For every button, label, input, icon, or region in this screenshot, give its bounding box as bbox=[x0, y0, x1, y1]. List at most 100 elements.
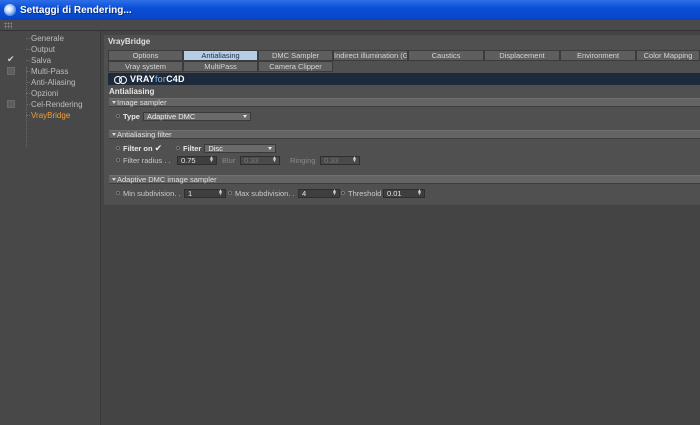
filter-radius-field: Filter radius . . 0.75 ▲ ▼ bbox=[116, 155, 217, 165]
group-label: Image sampler bbox=[117, 98, 167, 107]
tab-vray-system[interactable]: Vray system bbox=[108, 61, 183, 72]
tab-color-mapping[interactable]: Color Mapping bbox=[636, 50, 700, 61]
collapse-triangle-icon[interactable] bbox=[112, 178, 116, 181]
check-icon[interactable] bbox=[7, 54, 15, 65]
window-title-bar[interactable]: Settaggi di Rendering... bbox=[0, 0, 700, 20]
filter-field: Filter Disc bbox=[176, 143, 277, 153]
blur-input[interactable]: 0.33 ▲ ▼ bbox=[240, 155, 280, 165]
blur-field: Blur 0.33 ▲ ▼ bbox=[222, 155, 280, 165]
sidebar-item-vraybridge[interactable]: VrayBridge bbox=[0, 110, 101, 121]
sidebar-check-opzioni[interactable] bbox=[7, 89, 15, 97]
max-subdivision-value: 4 bbox=[302, 188, 307, 198]
sidebar-item-salva[interactable]: Salva bbox=[0, 54, 101, 66]
sidebar-item-label: Anti-Aliasing bbox=[31, 78, 76, 87]
app-icon bbox=[4, 4, 16, 16]
chevron-down-icon bbox=[268, 146, 273, 150]
vraybridge-panel: VrayBridge Options Antialiasing DMC Samp… bbox=[104, 35, 700, 205]
sidebar-item-anti-aliasing[interactable]: Anti-Aliasing bbox=[0, 77, 101, 88]
vray-logo-bar: VRAYforC4D bbox=[108, 73, 700, 85]
animation-dot-icon[interactable] bbox=[116, 158, 120, 162]
filter-select-value: Disc bbox=[208, 143, 223, 153]
sidebar-check-anti-aliasing[interactable] bbox=[7, 78, 15, 86]
filter-on-checkbox[interactable]: ✔ bbox=[155, 143, 163, 154]
sidebar-item-cel-rendering[interactable]: Cel-Rendering bbox=[0, 99, 101, 110]
animation-dot-icon[interactable] bbox=[116, 191, 120, 195]
filter-select[interactable]: Disc bbox=[204, 143, 277, 153]
filter-label: Filter bbox=[183, 143, 202, 153]
filter-on-field: Filter on ✔ bbox=[116, 143, 162, 153]
sidebar-item-multi-pass[interactable]: Multi-Pass bbox=[0, 66, 101, 77]
tab-camera-clipper[interactable]: Camera Clipper bbox=[258, 61, 333, 72]
filter-radius-value: 0.75 bbox=[181, 155, 196, 165]
tab-displacement[interactable]: Displacement bbox=[484, 50, 560, 61]
type-select[interactable]: Adaptive DMC bbox=[142, 111, 251, 121]
animation-dot-icon[interactable] bbox=[228, 191, 232, 195]
tab-options[interactable]: Options bbox=[108, 50, 183, 61]
sidebar-item-label: VrayBridge bbox=[31, 111, 71, 120]
sidebar-check-generale[interactable] bbox=[7, 34, 15, 42]
tab-multipass[interactable]: MultiPass bbox=[183, 61, 258, 72]
chevron-down-icon bbox=[242, 114, 247, 118]
max-subdivision-input[interactable]: 4 ▲ ▼ bbox=[298, 188, 340, 198]
vray-logo-icon bbox=[114, 75, 128, 84]
max-subdivision-field: Max subdivision. . . . 4 ▲▼ bbox=[228, 188, 340, 198]
threshold-input[interactable]: 0.01 ▲ ▼ bbox=[383, 188, 425, 198]
filter-radius-input[interactable]: 0.75 ▲ ▼ bbox=[177, 155, 217, 165]
sidebar-item-label: Generale bbox=[31, 34, 64, 43]
toolbar-strip bbox=[0, 20, 700, 31]
settings-sidebar: Generale Output Salva Multi-Pass Anti-Al… bbox=[0, 31, 101, 425]
spinner-arrows-icon[interactable]: ▲ ▼ bbox=[332, 188, 337, 197]
tab-environment[interactable]: Environment bbox=[560, 50, 636, 61]
tab-row-1: Options Antialiasing DMC Sampler Indirec… bbox=[108, 50, 700, 61]
animation-dot-icon[interactable] bbox=[116, 114, 120, 118]
animation-dot-icon[interactable] bbox=[116, 146, 120, 150]
tab-indirect-illumination[interactable]: Indirect illumination (GI) bbox=[333, 50, 408, 61]
sidebar-item-label: Salva bbox=[31, 56, 52, 65]
grip-icon[interactable] bbox=[4, 22, 12, 29]
filter-on-label: Filter on bbox=[123, 143, 153, 153]
ringing-label: Ringing bbox=[290, 155, 316, 165]
sidebar-item-opzioni[interactable]: Opzioni bbox=[0, 88, 101, 99]
min-subdivision-input[interactable]: 1 ▲ ▼ bbox=[184, 188, 226, 198]
blur-label: Blur bbox=[222, 155, 236, 165]
ringing-value: 0.33 bbox=[324, 155, 339, 165]
sidebar-item-generale[interactable]: Generale bbox=[0, 33, 101, 44]
vray-logo: VRAYforC4D bbox=[130, 74, 185, 84]
spinner-arrows-icon[interactable]: ▲ ▼ bbox=[417, 188, 422, 197]
sidebar-item-label: Opzioni bbox=[31, 89, 59, 98]
tab-dmc-sampler[interactable]: DMC Sampler bbox=[258, 50, 333, 61]
sidebar-check-vraybridge[interactable] bbox=[7, 111, 15, 119]
threshold-label: Threshold bbox=[348, 188, 382, 198]
collapse-triangle-icon[interactable] bbox=[112, 133, 116, 136]
group-label: Adaptive DMC image sampler bbox=[117, 175, 217, 184]
group-image-sampler[interactable]: Image sampler bbox=[109, 98, 700, 107]
sidebar-item-output[interactable]: Output bbox=[0, 44, 101, 55]
group-adaptive-dmc[interactable]: Adaptive DMC image sampler bbox=[109, 175, 700, 184]
sidebar-item-label: Multi-Pass bbox=[31, 67, 69, 76]
group-antialiasing-filter[interactable]: Antialiasing filter bbox=[109, 130, 700, 139]
ringing-input[interactable]: 0.33 ▲ ▼ bbox=[320, 155, 360, 165]
threshold-value: 0.01 bbox=[387, 188, 402, 198]
panel-title: VrayBridge bbox=[108, 37, 151, 46]
type-select-value: Adaptive DMC bbox=[146, 111, 196, 121]
tab-caustics[interactable]: Caustics bbox=[408, 50, 484, 61]
threshold-field: Threshold 0.01 ▲ ▼ bbox=[341, 188, 425, 198]
ringing-field: Ringing 0.33 ▲ ▼ bbox=[290, 155, 360, 165]
sidebar-check-output[interactable] bbox=[7, 45, 15, 53]
checkbox-icon[interactable] bbox=[7, 67, 15, 75]
checkbox-icon[interactable] bbox=[7, 100, 15, 108]
min-subdivision-field: Min subdivision. . . . 1 ▲▼ bbox=[116, 188, 226, 198]
tab-row-2: Vray system MultiPass Camera Clipper bbox=[108, 61, 333, 72]
animation-dot-icon[interactable] bbox=[341, 191, 345, 195]
tab-antialiasing[interactable]: Antialiasing bbox=[183, 50, 258, 61]
window-title: Settaggi di Rendering... bbox=[20, 4, 132, 16]
animation-dot-icon[interactable] bbox=[176, 146, 180, 150]
spinner-arrows-icon[interactable]: ▲ ▼ bbox=[352, 155, 357, 164]
spinner-arrows-icon[interactable]: ▲ ▼ bbox=[218, 188, 223, 197]
spinner-arrows-icon[interactable]: ▲ ▼ bbox=[272, 155, 277, 164]
max-subdivision-label: Max subdivision. . . . bbox=[235, 188, 295, 198]
group-label: Antialiasing filter bbox=[117, 130, 172, 139]
collapse-triangle-icon[interactable] bbox=[112, 101, 116, 104]
spinner-arrows-icon[interactable]: ▲ ▼ bbox=[209, 155, 214, 164]
filter-radius-label: Filter radius . . bbox=[123, 155, 171, 165]
